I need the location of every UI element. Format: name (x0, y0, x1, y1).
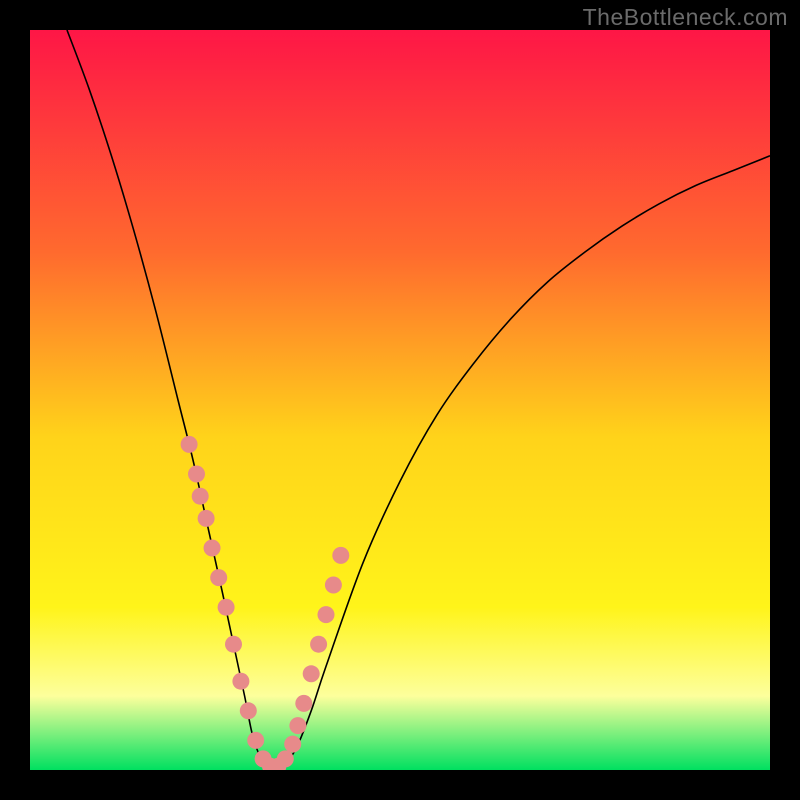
highlight-dot (284, 736, 301, 753)
highlight-dots-group (181, 436, 350, 770)
highlight-dot (232, 673, 249, 690)
highlight-dot (240, 702, 257, 719)
curve-layer (30, 30, 770, 770)
bottleneck-curve (67, 30, 770, 767)
highlight-dot (188, 466, 205, 483)
highlight-dot (303, 665, 320, 682)
highlight-dot (247, 732, 264, 749)
highlight-dot (332, 547, 349, 564)
highlight-dot (295, 695, 312, 712)
highlight-dot (210, 569, 227, 586)
highlight-dot (310, 636, 327, 653)
highlight-dot (277, 750, 294, 767)
highlight-dot (192, 488, 209, 505)
highlight-dot (325, 577, 342, 594)
highlight-dot (318, 606, 335, 623)
attribution-watermark: TheBottleneck.com (583, 4, 788, 31)
highlight-dot (289, 717, 306, 734)
chart-container: TheBottleneck.com (0, 0, 800, 800)
highlight-dot (225, 636, 242, 653)
highlight-dot (181, 436, 198, 453)
highlight-dot (218, 599, 235, 616)
highlight-dot (204, 540, 221, 557)
plot-area (30, 30, 770, 770)
highlight-dot (198, 510, 215, 527)
